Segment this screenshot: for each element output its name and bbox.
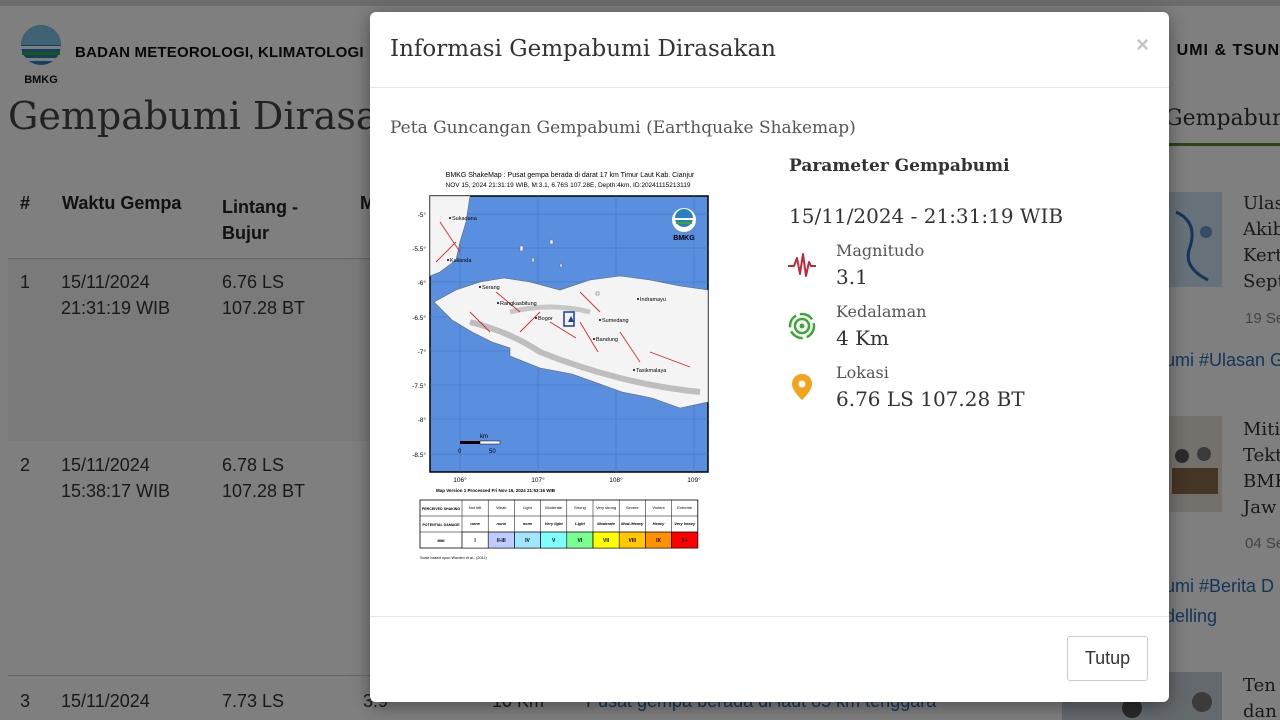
place-label: Indramayu bbox=[640, 297, 666, 303]
location-value: 6.76 LS 107.28 BT bbox=[836, 387, 1025, 411]
legend-damage: Heavy bbox=[653, 521, 666, 526]
lon-tick: 108° bbox=[609, 476, 623, 484]
place-label: Rangkasbitung bbox=[500, 301, 537, 307]
magnitude-label: Magnitudo bbox=[836, 241, 925, 260]
earthquake-info-modal: Informasi Gempabumi Dirasakan × Peta Gun… bbox=[370, 12, 1169, 702]
place-label: Kalianda bbox=[450, 258, 472, 264]
legend-damage: Very heavy bbox=[674, 521, 696, 526]
lat-tick: -8° bbox=[418, 416, 427, 424]
place-label: Serang bbox=[482, 285, 500, 291]
magnitude-value: 3.1 bbox=[836, 265, 868, 289]
shakemap-image[interactable]: BMKG ShakeMap : Pusat gempa berada di da… bbox=[400, 162, 730, 562]
lon-tick: 106° bbox=[453, 476, 467, 484]
shakemap-header-2: NOV 15, 2024 21:31:19 WIB, M:3.1, 6.76S … bbox=[446, 182, 691, 189]
map-version: Map Version 1 Processed Fri Nov 15, 2024… bbox=[436, 488, 556, 493]
place-label: Bandung bbox=[596, 337, 618, 343]
depth-label: Kedalaman bbox=[836, 302, 927, 321]
legend-mmi-value: II-III bbox=[497, 538, 506, 544]
close-icon[interactable]: × bbox=[1136, 32, 1149, 58]
close-button[interactable]: Tutup bbox=[1067, 636, 1148, 681]
lat-tick: -6° bbox=[418, 279, 427, 287]
legend-damage: none bbox=[497, 521, 507, 526]
legend-mmi-value: X+ bbox=[682, 538, 688, 544]
svg-text:BMKG: BMKG bbox=[673, 235, 695, 242]
depth-value: 4 Km bbox=[836, 326, 889, 350]
place-label: Sukadana bbox=[452, 216, 478, 222]
legend-row-label: PERCEIVED SHAKING bbox=[422, 507, 461, 511]
legend-damage: Moderate bbox=[597, 521, 616, 526]
legend-mmi-value: VI bbox=[578, 538, 583, 544]
legend-shaking: Very strong bbox=[596, 505, 616, 510]
legend-shaking: Weak bbox=[496, 505, 506, 510]
legend-shaking: Not felt bbox=[469, 505, 483, 510]
mmi-legend: PERCEIVED SHAKING POTENTIAL DAMAGE MMI Not … bbox=[419, 499, 699, 549]
place-label: Sumedang bbox=[602, 318, 629, 324]
legend-shaking: Severe bbox=[626, 505, 639, 510]
event-datetime: 15/11/2024 - 21:31:19 WIB bbox=[789, 204, 1064, 228]
modal-divider bbox=[370, 616, 1169, 617]
map-pin-icon bbox=[792, 374, 812, 400]
legend-shaking: Strong bbox=[574, 505, 586, 510]
legend-mmi-value: IV bbox=[525, 538, 530, 544]
shakemap-bmkg-logo: BMKG bbox=[672, 208, 696, 242]
legend-damage: Mod./Heavy bbox=[621, 521, 644, 526]
shakemap-header-1: BMKG ShakeMap : Pusat gempa berada di da… bbox=[446, 172, 695, 179]
lon-tick: 107° bbox=[531, 476, 545, 484]
modal-divider bbox=[370, 87, 1169, 88]
place-label: Bogor bbox=[538, 316, 553, 322]
lon-tick: 109° bbox=[687, 476, 701, 484]
modal-title: Informasi Gempabumi Dirasakan bbox=[390, 36, 776, 62]
legend-row-label: MMI bbox=[438, 539, 445, 543]
location-label: Lokasi bbox=[836, 363, 889, 382]
legend-damage: none bbox=[470, 521, 480, 526]
legend-damage: none bbox=[523, 521, 533, 526]
legend-shaking: Light bbox=[523, 505, 533, 510]
legend-mmi-value: VII bbox=[603, 538, 610, 544]
scale-note: Scale based upon Worden et al., (2011) bbox=[420, 556, 488, 560]
lat-tick: -5° bbox=[418, 211, 427, 219]
lat-tick: -6.5° bbox=[412, 314, 426, 322]
lat-tick: -7.5° bbox=[412, 382, 426, 390]
legend-mmi-value: IX bbox=[656, 538, 661, 544]
legend-row-label: POTENTIAL DAMAGE bbox=[422, 523, 460, 527]
legend-damage: Very light bbox=[545, 521, 564, 526]
legend-mmi-value: VIII bbox=[629, 538, 637, 544]
lat-tick: -5.5° bbox=[412, 245, 426, 253]
place-label: Tasikmalaya bbox=[636, 368, 667, 374]
shakemap-section-title: Peta Guncangan Gempabumi (Earthquake Sha… bbox=[390, 118, 856, 138]
lat-tick: -8.5° bbox=[412, 451, 426, 459]
params-title: Parameter Gempabumi bbox=[789, 156, 1010, 176]
legend-shaking: Violent bbox=[652, 505, 665, 510]
lat-tick: -7° bbox=[418, 348, 427, 356]
legend-shaking: Moderate bbox=[545, 505, 563, 510]
seismograph-icon bbox=[788, 253, 816, 277]
scale-tick: 50 bbox=[489, 449, 496, 455]
scale-unit: km bbox=[480, 434, 488, 440]
target-icon bbox=[788, 312, 816, 340]
legend-shaking: Extreme bbox=[677, 505, 693, 510]
legend-damage: Light bbox=[575, 521, 585, 526]
